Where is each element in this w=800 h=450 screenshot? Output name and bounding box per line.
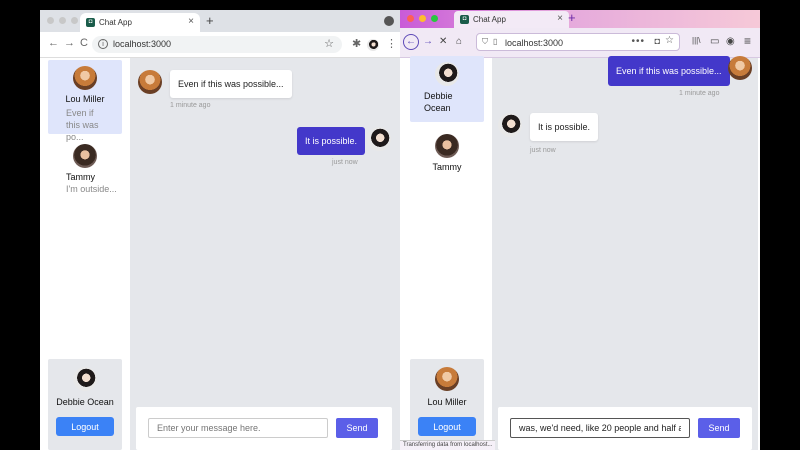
tracking-shield-icon[interactable]: ⛉ [482, 37, 488, 47]
contact-name: Lou Miller [65, 94, 105, 104]
contact-name: Tammy [66, 172, 95, 182]
contact-sidebar: Lou Miller Even if this was po... Tammy … [40, 58, 130, 450]
page-actions-icon[interactable]: ••• [631, 36, 645, 47]
chat-app: Lou Miller Even if this was po... Tammy … [40, 58, 400, 450]
contact-sidebar: Debbie Ocean Tammy Lou Miller Logout [402, 56, 492, 450]
page-info-icon[interactable]: ▯ [493, 37, 497, 46]
profile-avatar[interactable] [367, 39, 379, 51]
window-controls [407, 15, 438, 22]
avatar [498, 113, 522, 137]
reload-icon[interactable]: C [80, 37, 88, 49]
avatar [73, 367, 97, 391]
avatar [367, 127, 391, 151]
contact-lou-miller[interactable]: Lou Miller Even if this was po... [48, 60, 122, 142]
avatar [435, 62, 459, 86]
firefox-titlebar: ◘ Chat App × + [400, 10, 760, 28]
send-button[interactable]: Send [336, 418, 378, 438]
contact-tammy[interactable]: Tammy I'm outside... [48, 144, 122, 194]
avatar [138, 70, 162, 94]
back-arrow-icon[interactable]: ← [403, 34, 419, 50]
new-tab-button[interactable]: + [206, 13, 214, 28]
chat-app: Debbie Ocean Tammy Lou Miller Logout Eve… [402, 56, 758, 450]
message-timestamp: just now [332, 159, 358, 166]
message-timestamp: 1 minute ago [170, 102, 211, 109]
browser-tab[interactable]: ◘ Chat App × [80, 13, 200, 32]
message-input[interactable] [510, 418, 690, 438]
message-timestamp: just now [530, 147, 556, 154]
avatar [728, 56, 752, 80]
contact-tammy[interactable]: Tammy [410, 134, 484, 174]
avatar [73, 144, 97, 168]
address-bar[interactable]: i localhost:3000 ☆ [92, 36, 342, 53]
address-url: localhost:3000 [113, 39, 172, 49]
logout-button[interactable]: Logout [418, 417, 476, 436]
chat-app-favicon-icon: ◘ [86, 18, 95, 27]
avatar [435, 134, 459, 158]
contact-preview: Even if this was po... [66, 108, 99, 142]
profile-menu-icon[interactable] [384, 16, 394, 26]
current-user-name: Debbie Ocean [56, 397, 114, 407]
current-user-panel: Lou Miller Logout [410, 359, 484, 450]
tab-title: Chat App [99, 18, 132, 27]
back-arrow-icon[interactable]: ← [48, 37, 59, 49]
tab-title: Chat App [473, 15, 506, 24]
message-timestamp: 1 minute ago [679, 90, 720, 97]
tab-close-icon[interactable]: × [557, 13, 563, 24]
contact-name: Tammy [432, 162, 462, 172]
forward-arrow-icon[interactable]: → [423, 36, 433, 47]
message-bubble: It is possible. [530, 113, 599, 141]
firefox-toolbar: ← → ✕ ⌂ ⛉ ▯ localhost:3000 ••• ◘ ☆ |||\ … [400, 28, 760, 58]
sidebar-toggle-icon[interactable]: ▭ [710, 36, 719, 47]
close-window-button[interactable] [47, 17, 54, 24]
contact-debbie-ocean[interactable]: Debbie Ocean [410, 56, 484, 122]
maximize-window-button[interactable] [71, 17, 78, 24]
tab-close-icon[interactable]: × [188, 16, 194, 27]
address-url: localhost:3000 [505, 38, 564, 48]
chrome-titlebar: ◘ Chat App × + [40, 10, 400, 32]
bookmark-star-icon[interactable]: ☆ [665, 35, 674, 46]
message-bubble: Even if this was possible... [170, 70, 292, 98]
extensions-puzzle-icon[interactable]: ✱ [352, 37, 361, 50]
site-info-icon[interactable]: i [98, 39, 108, 49]
current-user-name: Lou Miller [427, 397, 467, 407]
contact-name: Debbie Ocean [424, 91, 453, 113]
minimize-window-button[interactable] [59, 17, 66, 24]
chat-app-favicon-icon: ◘ [460, 15, 469, 24]
forward-arrow-icon[interactable]: → [64, 37, 75, 49]
current-user-panel: Debbie Ocean Logout [48, 359, 122, 450]
chrome-toolbar: ← → C i localhost:3000 ☆ ✱ ⋮ [40, 32, 400, 58]
home-icon[interactable]: ⌂ [456, 36, 462, 47]
message-bubble: It is possible. [297, 127, 366, 155]
send-button[interactable]: Send [698, 418, 740, 438]
close-window-button[interactable] [407, 15, 414, 22]
message-composer: Send [136, 407, 392, 450]
account-icon[interactable]: ◉ [726, 36, 735, 47]
status-bar: Transferring data from localhost... [400, 440, 496, 450]
new-tab-button[interactable]: + [568, 10, 576, 25]
avatar [73, 66, 97, 90]
chrome-window: ◘ Chat App × + ← → C i localhost:3000 ☆ … [40, 10, 400, 450]
hamburger-menu-icon[interactable]: ≡ [744, 34, 751, 48]
logout-button[interactable]: Logout [56, 417, 114, 436]
stop-loading-icon[interactable]: ✕ [439, 36, 447, 47]
message-bubble: Even if this was possible... [608, 56, 730, 86]
maximize-window-button[interactable] [431, 15, 438, 22]
firefox-window: ◘ Chat App × + ← → ✕ ⌂ ⛉ ▯ localhost:300… [400, 10, 760, 450]
bookmark-star-icon[interactable]: ☆ [324, 37, 334, 50]
browser-tab[interactable]: ◘ Chat App × [454, 11, 569, 28]
window-controls [47, 17, 78, 24]
avatar [435, 367, 459, 391]
message-input[interactable] [148, 418, 328, 438]
pocket-icon[interactable]: ◘ [655, 36, 660, 46]
minimize-window-button[interactable] [419, 15, 426, 22]
contact-preview: I'm outside... [66, 184, 117, 194]
more-menu-icon[interactable]: ⋮ [386, 37, 397, 50]
library-icon[interactable]: |||\ [692, 36, 700, 45]
address-bar[interactable]: ⛉ ▯ localhost:3000 ••• ◘ ☆ [476, 33, 680, 51]
message-composer: Send [498, 407, 752, 450]
